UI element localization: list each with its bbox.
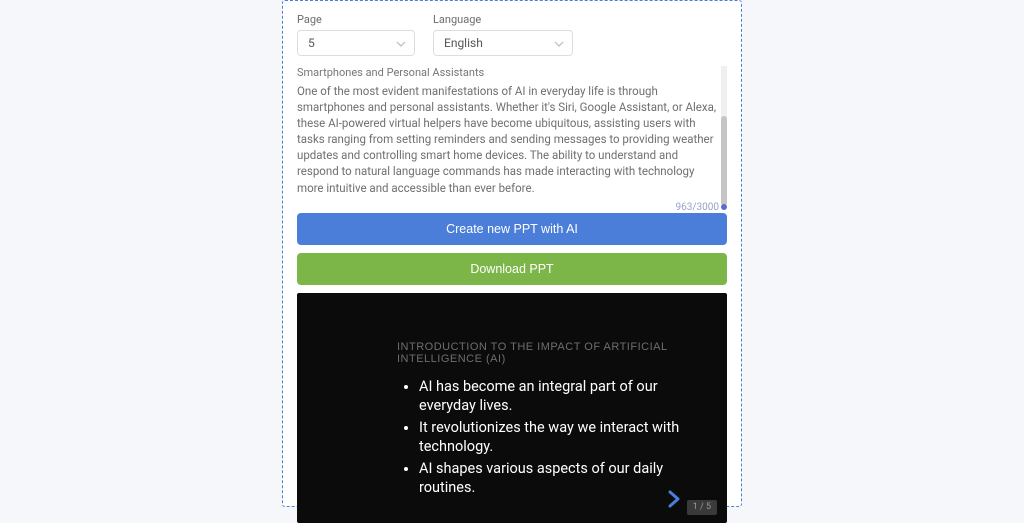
slide-title: INTRODUCTION TO THE IMPACT OF ARTIFICIAL…: [397, 341, 687, 365]
language-field: Language English: [433, 13, 573, 56]
ppt-generator-panel: Page 5 Language English Smartphones and …: [282, 0, 742, 507]
slide-bullet-item: It revolutionizes the way we interact wi…: [419, 418, 687, 457]
language-label: Language: [433, 13, 573, 26]
slide-page-indicator: 1 / 5: [687, 500, 717, 515]
slide-bullet-item: AI has become an integral part of our ev…: [419, 377, 687, 416]
page-label: Page: [297, 13, 415, 26]
language-select[interactable]: English: [433, 30, 573, 56]
create-ppt-button[interactable]: Create new PPT with AI: [297, 213, 727, 245]
content-body-text: One of the most evident manifestations o…: [297, 83, 717, 196]
language-select-value: English: [444, 36, 483, 50]
page-select-value: 5: [308, 36, 315, 50]
page-field: Page 5: [297, 13, 415, 56]
download-ppt-button[interactable]: Download PPT: [297, 253, 727, 285]
char-counter-text: 963/3000: [676, 202, 719, 213]
next-slide-button[interactable]: [665, 487, 683, 515]
scrollbar-thumb[interactable]: [721, 116, 727, 206]
content-textarea[interactable]: Smartphones and Personal Assistants One …: [297, 66, 727, 196]
chevron-down-icon: [554, 36, 564, 50]
slide-preview: INTRODUCTION TO THE IMPACT OF ARTIFICIAL…: [297, 293, 727, 523]
slide-bullet-item: AI shapes various aspects of our daily r…: [419, 459, 687, 498]
page-select[interactable]: 5: [297, 30, 415, 56]
slide-bullet-list: AI has become an integral part of our ev…: [397, 377, 687, 498]
form-row: Page 5 Language English: [297, 13, 727, 56]
char-counter: 963/3000: [297, 202, 727, 213]
resize-handle-icon[interactable]: [721, 204, 727, 210]
chevron-down-icon: [396, 36, 406, 50]
slide-nav: 1 / 5: [665, 487, 717, 515]
content-section-heading: Smartphones and Personal Assistants: [297, 66, 717, 79]
